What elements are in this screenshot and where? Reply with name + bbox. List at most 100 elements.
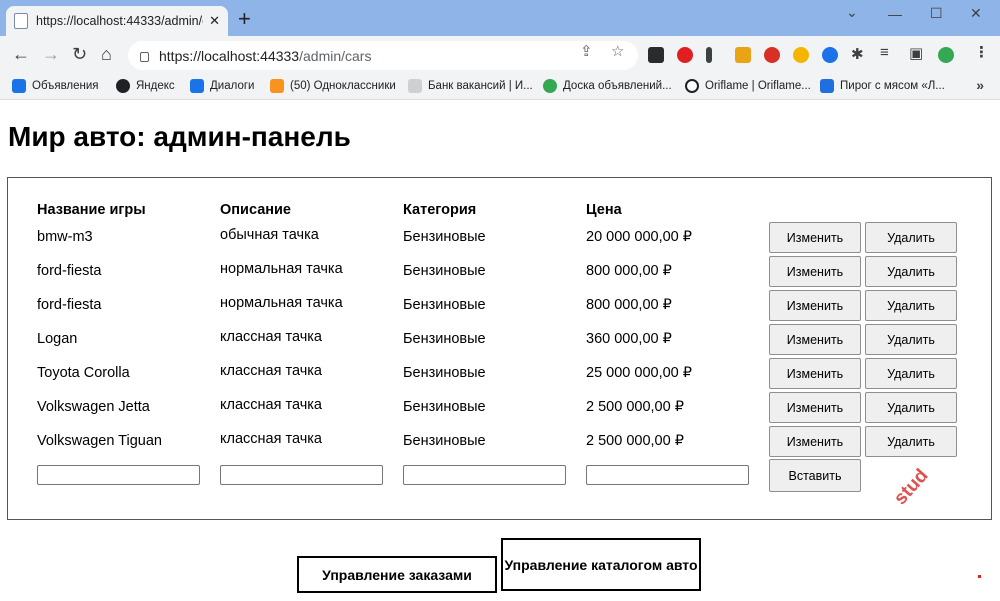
new-name-input[interactable]: [37, 465, 200, 485]
edit-button[interactable]: Изменить: [769, 256, 861, 287]
bookmark-icon: [543, 79, 557, 93]
puzzle-icon[interactable]: ✱: [851, 45, 864, 63]
delete-button[interactable]: Удалить: [865, 358, 957, 389]
page-content: Мир авто: админ-панель Название игры Опи…: [0, 101, 1000, 601]
key-icon[interactable]: [706, 47, 712, 63]
bookmark-item[interactable]: Объявления: [12, 79, 99, 93]
cell-name: ford-fiesta: [37, 263, 102, 279]
minimize-icon[interactable]: —: [888, 6, 902, 22]
url-host: https://localhost:44333: [159, 47, 300, 64]
bookmark-item[interactable]: Oriflame | Oriflame...: [685, 79, 811, 93]
bookmark-item[interactable]: Доска объявлений...: [543, 79, 672, 93]
insert-button[interactable]: Вставить: [769, 459, 861, 492]
page-icon: [14, 13, 28, 29]
cell-description: обычная тачка: [220, 227, 319, 243]
browser-tab[interactable]: https://localhost:44333/admin/cars ✕: [6, 6, 228, 36]
reading-list-icon[interactable]: ≡: [880, 44, 889, 61]
cell-price: 360 000,00 ₽: [586, 331, 672, 347]
cell-name: ford-fiesta: [37, 297, 102, 313]
cell-category: Бензиновые: [403, 331, 486, 347]
extension-icon[interactable]: [677, 47, 693, 63]
bookmark-icon: [116, 79, 130, 93]
bookmark-icon: [270, 79, 284, 93]
edit-button[interactable]: Изменить: [769, 358, 861, 389]
delete-button[interactable]: Удалить: [865, 324, 957, 355]
cell-category: Бензиновые: [403, 297, 486, 313]
cell-category: Бензиновые: [403, 263, 486, 279]
cell-price: 800 000,00 ₽: [586, 263, 672, 279]
bookmark-item[interactable]: Яндекс: [116, 79, 175, 93]
edit-button[interactable]: Изменить: [769, 426, 861, 457]
bookmark-item[interactable]: Банк вакансий | И...: [408, 79, 533, 93]
bookmark-star-icon[interactable]: ☆: [611, 42, 624, 60]
bookmarks-bar: Объявления Яндекс Диалоги (50) Однокласс…: [0, 74, 1000, 100]
cell-category: Бензиновые: [403, 365, 486, 381]
delete-button[interactable]: Удалить: [865, 256, 957, 287]
reload-icon[interactable]: ↻: [72, 43, 87, 65]
new-price-input[interactable]: [586, 465, 749, 485]
cell-description: классная тачка: [220, 329, 322, 345]
close-tab-icon[interactable]: ✕: [209, 13, 220, 29]
bookmark-label: Объявления: [32, 80, 99, 92]
side-panel-icon[interactable]: ▣: [909, 44, 923, 62]
back-icon[interactable]: ←: [12, 43, 30, 65]
edit-button[interactable]: Изменить: [769, 324, 861, 355]
bookmark-item[interactable]: Пирог с мясом «Л...: [820, 79, 945, 93]
forward-icon[interactable]: →: [42, 43, 60, 65]
orders-management-button[interactable]: Управление заказами: [297, 556, 497, 593]
bookmark-label: (50) Одноклассники: [290, 80, 396, 92]
cell-description: классная тачка: [220, 397, 322, 413]
globe-icon[interactable]: [822, 47, 838, 63]
close-window-icon[interactable]: ✕: [970, 5, 982, 22]
column-header-description: Описание: [220, 202, 291, 218]
adblock-icon[interactable]: [764, 47, 780, 63]
edit-button[interactable]: Изменить: [769, 222, 861, 253]
page-title: Мир авто: админ-панель: [8, 121, 351, 152]
column-header-category: Категория: [403, 202, 477, 218]
cell-category: Бензиновые: [403, 433, 486, 449]
cell-price: 25 000 000,00 ₽: [586, 365, 692, 381]
cell-description: классная тачка: [220, 431, 322, 447]
address-bar[interactable]: https://localhost:44333/admin/cars: [128, 41, 638, 70]
bookmark-icon: [685, 79, 699, 93]
bookmark-item[interactable]: Диалоги: [190, 79, 254, 93]
bookmark-label: Доска объявлений...: [563, 80, 672, 92]
edit-button[interactable]: Изменить: [769, 392, 861, 423]
delete-button[interactable]: Удалить: [865, 222, 957, 253]
share-icon[interactable]: ⇪: [580, 42, 593, 60]
url-path: /admin/cars: [299, 47, 372, 64]
home-icon[interactable]: ⌂: [101, 43, 112, 65]
browser-toolbar: ← → ↻ ⌂ https://localhost:44333/admin/ca…: [0, 36, 1000, 74]
cell-description: нормальная тачка: [220, 261, 343, 277]
bookmark-icon: [820, 79, 834, 93]
extension-icon[interactable]: [793, 47, 809, 63]
delete-button[interactable]: Удалить: [865, 290, 957, 321]
extension-icon[interactable]: [648, 47, 664, 63]
menu-icon[interactable]: ⋮: [974, 43, 989, 61]
new-description-input[interactable]: [220, 465, 383, 485]
bookmark-label: Oriflame | Oriflame...: [705, 80, 811, 92]
bookmark-icon: [408, 79, 422, 93]
delete-button[interactable]: Удалить: [865, 426, 957, 457]
cell-description: нормальная тачка: [220, 295, 343, 311]
maximize-icon[interactable]: ☐: [930, 5, 943, 22]
catalog-management-button[interactable]: Управление каталогом авто: [501, 538, 701, 591]
extension-icon[interactable]: [735, 47, 751, 63]
column-header-name: Название игры: [37, 202, 146, 218]
delete-button[interactable]: Удалить: [865, 392, 957, 423]
cell-category: Бензиновые: [403, 229, 486, 245]
cell-name: Volkswagen Tiguan: [37, 433, 162, 449]
lock-icon[interactable]: [140, 51, 149, 62]
more-bookmarks-icon[interactable]: »: [976, 77, 984, 93]
new-category-input[interactable]: [403, 465, 566, 485]
cell-price: 20 000 000,00 ₽: [586, 229, 692, 245]
cars-table-panel: Название игры Описание Категория Цена bm…: [7, 177, 992, 520]
bookmark-item[interactable]: (50) Одноклассники: [270, 79, 396, 93]
chevron-down-icon[interactable]: ⌄: [846, 4, 858, 21]
cell-price: 2 500 000,00 ₽: [586, 433, 684, 449]
edit-button[interactable]: Изменить: [769, 290, 861, 321]
bookmark-label: Яндекс: [136, 80, 175, 92]
cell-name: Toyota Corolla: [37, 365, 130, 381]
new-tab-icon[interactable]: +: [238, 8, 251, 30]
avatar[interactable]: [938, 47, 954, 63]
